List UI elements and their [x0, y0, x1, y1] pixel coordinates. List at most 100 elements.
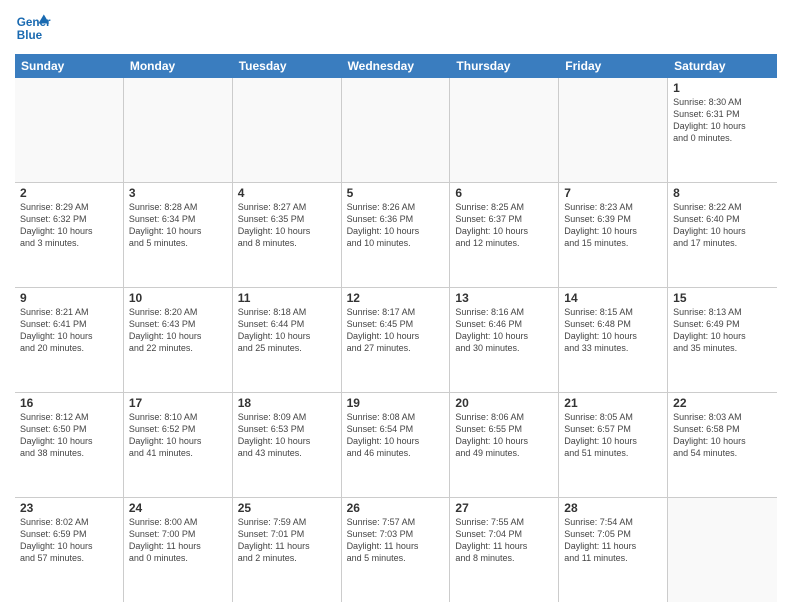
day-number: 10	[129, 291, 227, 305]
day-number: 7	[564, 186, 662, 200]
calendar-day-26: 26Sunrise: 7:57 AM Sunset: 7:03 PM Dayli…	[342, 498, 451, 602]
day-info: Sunrise: 7:57 AM Sunset: 7:03 PM Dayligh…	[347, 516, 445, 565]
day-number: 2	[20, 186, 118, 200]
day-info: Sunrise: 8:02 AM Sunset: 6:59 PM Dayligh…	[20, 516, 118, 565]
header-day-tuesday: Tuesday	[233, 54, 342, 78]
header: General Blue	[15, 10, 777, 46]
day-info: Sunrise: 8:28 AM Sunset: 6:34 PM Dayligh…	[129, 201, 227, 250]
header-day-wednesday: Wednesday	[342, 54, 451, 78]
calendar-day-4: 4Sunrise: 8:27 AM Sunset: 6:35 PM Daylig…	[233, 183, 342, 287]
day-number: 19	[347, 396, 445, 410]
calendar-day-3: 3Sunrise: 8:28 AM Sunset: 6:34 PM Daylig…	[124, 183, 233, 287]
day-number: 12	[347, 291, 445, 305]
logo-icon: General Blue	[15, 10, 51, 46]
day-number: 14	[564, 291, 662, 305]
calendar-day-16: 16Sunrise: 8:12 AM Sunset: 6:50 PM Dayli…	[15, 393, 124, 497]
header-day-thursday: Thursday	[450, 54, 559, 78]
calendar-day-10: 10Sunrise: 8:20 AM Sunset: 6:43 PM Dayli…	[124, 288, 233, 392]
day-number: 23	[20, 501, 118, 515]
day-info: Sunrise: 8:05 AM Sunset: 6:57 PM Dayligh…	[564, 411, 662, 460]
day-info: Sunrise: 8:13 AM Sunset: 6:49 PM Dayligh…	[673, 306, 772, 355]
day-number: 4	[238, 186, 336, 200]
day-info: Sunrise: 8:26 AM Sunset: 6:36 PM Dayligh…	[347, 201, 445, 250]
day-number: 1	[673, 81, 772, 95]
calendar-day-19: 19Sunrise: 8:08 AM Sunset: 6:54 PM Dayli…	[342, 393, 451, 497]
day-info: Sunrise: 8:09 AM Sunset: 6:53 PM Dayligh…	[238, 411, 336, 460]
header-day-monday: Monday	[124, 54, 233, 78]
day-info: Sunrise: 8:12 AM Sunset: 6:50 PM Dayligh…	[20, 411, 118, 460]
day-info: Sunrise: 8:06 AM Sunset: 6:55 PM Dayligh…	[455, 411, 553, 460]
day-info: Sunrise: 7:54 AM Sunset: 7:05 PM Dayligh…	[564, 516, 662, 565]
day-info: Sunrise: 8:16 AM Sunset: 6:46 PM Dayligh…	[455, 306, 553, 355]
day-info: Sunrise: 8:20 AM Sunset: 6:43 PM Dayligh…	[129, 306, 227, 355]
day-info: Sunrise: 8:00 AM Sunset: 7:00 PM Dayligh…	[129, 516, 227, 565]
calendar-day-5: 5Sunrise: 8:26 AM Sunset: 6:36 PM Daylig…	[342, 183, 451, 287]
calendar-week-5: 23Sunrise: 8:02 AM Sunset: 6:59 PM Dayli…	[15, 498, 777, 602]
calendar-day-7: 7Sunrise: 8:23 AM Sunset: 6:39 PM Daylig…	[559, 183, 668, 287]
day-number: 25	[238, 501, 336, 515]
day-number: 15	[673, 291, 772, 305]
day-info: Sunrise: 8:23 AM Sunset: 6:39 PM Dayligh…	[564, 201, 662, 250]
calendar-day-18: 18Sunrise: 8:09 AM Sunset: 6:53 PM Dayli…	[233, 393, 342, 497]
calendar-week-4: 16Sunrise: 8:12 AM Sunset: 6:50 PM Dayli…	[15, 393, 777, 498]
calendar-week-1: 1Sunrise: 8:30 AM Sunset: 6:31 PM Daylig…	[15, 78, 777, 183]
day-number: 13	[455, 291, 553, 305]
calendar-day-21: 21Sunrise: 8:05 AM Sunset: 6:57 PM Dayli…	[559, 393, 668, 497]
day-number: 24	[129, 501, 227, 515]
day-number: 8	[673, 186, 772, 200]
header-day-saturday: Saturday	[668, 54, 777, 78]
page-container: General Blue SundayMondayTuesdayWednesda…	[0, 0, 792, 612]
day-number: 16	[20, 396, 118, 410]
day-info: Sunrise: 7:55 AM Sunset: 7:04 PM Dayligh…	[455, 516, 553, 565]
day-info: Sunrise: 8:03 AM Sunset: 6:58 PM Dayligh…	[673, 411, 772, 460]
day-info: Sunrise: 8:10 AM Sunset: 6:52 PM Dayligh…	[129, 411, 227, 460]
header-day-friday: Friday	[559, 54, 668, 78]
day-info: Sunrise: 8:18 AM Sunset: 6:44 PM Dayligh…	[238, 306, 336, 355]
day-number: 3	[129, 186, 227, 200]
calendar-day-11: 11Sunrise: 8:18 AM Sunset: 6:44 PM Dayli…	[233, 288, 342, 392]
day-number: 5	[347, 186, 445, 200]
calendar-header: SundayMondayTuesdayWednesdayThursdayFrid…	[15, 54, 777, 78]
day-number: 22	[673, 396, 772, 410]
calendar-day-13: 13Sunrise: 8:16 AM Sunset: 6:46 PM Dayli…	[450, 288, 559, 392]
calendar-day-25: 25Sunrise: 7:59 AM Sunset: 7:01 PM Dayli…	[233, 498, 342, 602]
day-number: 11	[238, 291, 336, 305]
calendar-day-22: 22Sunrise: 8:03 AM Sunset: 6:58 PM Dayli…	[668, 393, 777, 497]
calendar-day-15: 15Sunrise: 8:13 AM Sunset: 6:49 PM Dayli…	[668, 288, 777, 392]
calendar: SundayMondayTuesdayWednesdayThursdayFrid…	[15, 54, 777, 602]
day-info: Sunrise: 8:22 AM Sunset: 6:40 PM Dayligh…	[673, 201, 772, 250]
calendar-day-empty	[450, 78, 559, 182]
day-info: Sunrise: 8:30 AM Sunset: 6:31 PM Dayligh…	[673, 96, 772, 145]
calendar-day-8: 8Sunrise: 8:22 AM Sunset: 6:40 PM Daylig…	[668, 183, 777, 287]
day-info: Sunrise: 8:15 AM Sunset: 6:48 PM Dayligh…	[564, 306, 662, 355]
calendar-week-3: 9Sunrise: 8:21 AM Sunset: 6:41 PM Daylig…	[15, 288, 777, 393]
logo: General Blue	[15, 10, 51, 46]
day-number: 27	[455, 501, 553, 515]
day-number: 21	[564, 396, 662, 410]
day-number: 20	[455, 396, 553, 410]
calendar-day-9: 9Sunrise: 8:21 AM Sunset: 6:41 PM Daylig…	[15, 288, 124, 392]
day-number: 18	[238, 396, 336, 410]
calendar-day-17: 17Sunrise: 8:10 AM Sunset: 6:52 PM Dayli…	[124, 393, 233, 497]
calendar-day-28: 28Sunrise: 7:54 AM Sunset: 7:05 PM Dayli…	[559, 498, 668, 602]
day-info: Sunrise: 8:25 AM Sunset: 6:37 PM Dayligh…	[455, 201, 553, 250]
calendar-day-14: 14Sunrise: 8:15 AM Sunset: 6:48 PM Dayli…	[559, 288, 668, 392]
calendar-day-20: 20Sunrise: 8:06 AM Sunset: 6:55 PM Dayli…	[450, 393, 559, 497]
calendar-day-24: 24Sunrise: 8:00 AM Sunset: 7:00 PM Dayli…	[124, 498, 233, 602]
day-number: 17	[129, 396, 227, 410]
day-number: 9	[20, 291, 118, 305]
calendar-day-empty	[668, 498, 777, 602]
day-info: Sunrise: 8:27 AM Sunset: 6:35 PM Dayligh…	[238, 201, 336, 250]
day-info: Sunrise: 8:21 AM Sunset: 6:41 PM Dayligh…	[20, 306, 118, 355]
calendar-day-2: 2Sunrise: 8:29 AM Sunset: 6:32 PM Daylig…	[15, 183, 124, 287]
day-info: Sunrise: 8:29 AM Sunset: 6:32 PM Dayligh…	[20, 201, 118, 250]
day-number: 6	[455, 186, 553, 200]
calendar-body: 1Sunrise: 8:30 AM Sunset: 6:31 PM Daylig…	[15, 78, 777, 602]
day-info: Sunrise: 7:59 AM Sunset: 7:01 PM Dayligh…	[238, 516, 336, 565]
calendar-day-empty	[342, 78, 451, 182]
day-number: 28	[564, 501, 662, 515]
calendar-day-12: 12Sunrise: 8:17 AM Sunset: 6:45 PM Dayli…	[342, 288, 451, 392]
calendar-week-2: 2Sunrise: 8:29 AM Sunset: 6:32 PM Daylig…	[15, 183, 777, 288]
calendar-day-empty	[124, 78, 233, 182]
calendar-day-empty	[559, 78, 668, 182]
